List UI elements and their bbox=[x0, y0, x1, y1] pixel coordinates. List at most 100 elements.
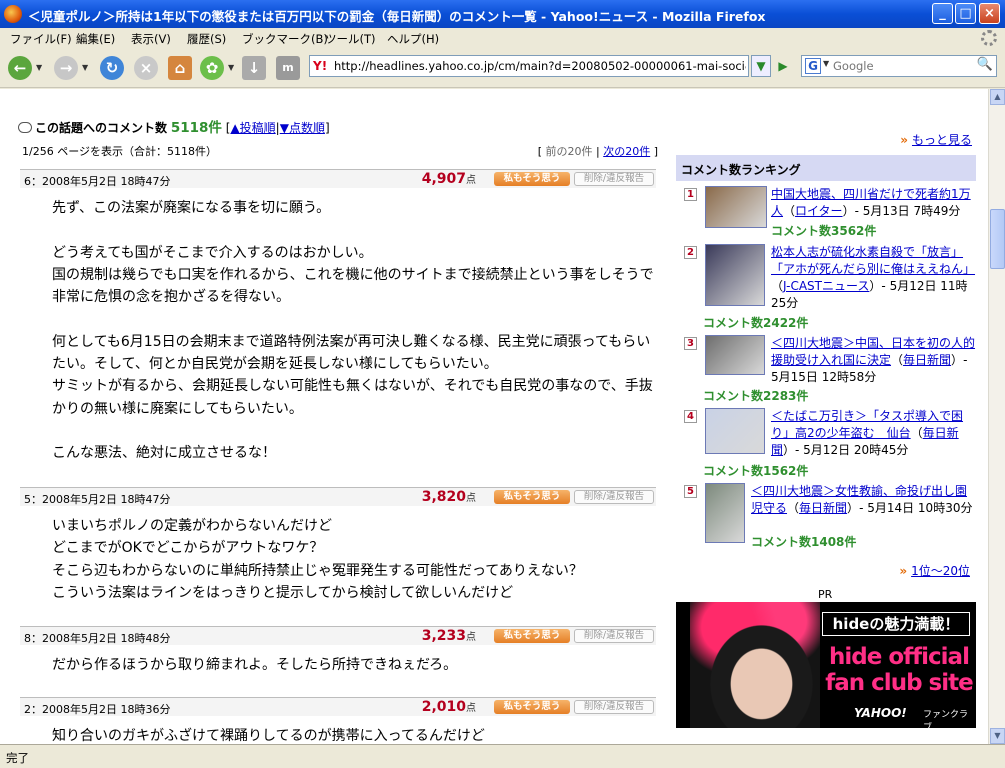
more-link[interactable]: もっと見る bbox=[912, 133, 972, 147]
news-thumbnail[interactable] bbox=[705, 244, 765, 306]
minimize-button[interactable]: _ bbox=[932, 3, 953, 24]
ad-tagline: hideの魅力満載！ bbox=[822, 612, 970, 636]
ranking-page-link[interactable]: 1位〜20位 bbox=[911, 564, 970, 578]
sort-by-post-link[interactable]: ▲投稿順 bbox=[230, 121, 275, 135]
news-thumbnail[interactable] bbox=[705, 186, 767, 228]
ranking-date: - 5月12日 20時45分 bbox=[795, 443, 909, 457]
greasemonkey-icon[interactable]: ✿ ▼ bbox=[200, 56, 234, 80]
ranking-source-link[interactable]: 毎日新聞 bbox=[903, 353, 951, 367]
menu-tools[interactable]: ツール(T) bbox=[325, 31, 376, 47]
comment-body: 先ず、この法案が廃案になる事を切に願う。 どう考えても国がそこまで介入するのはお… bbox=[52, 200, 654, 462]
mm-icon[interactable]: m bbox=[276, 56, 300, 80]
ad-line1: hide official bbox=[829, 644, 970, 670]
agree-button[interactable]: 私もそう思う bbox=[494, 700, 570, 714]
ranking-header: コメント数ランキング bbox=[676, 155, 976, 181]
comment: 8：2008年5月2日 18時48分 3,233点 私もそう思う 削除/違反報告… bbox=[20, 626, 656, 676]
sidebar: » もっと見る コメント数ランキング 1 中国大地震、四川省だけで死者約1万人（ロ… bbox=[676, 89, 976, 744]
home-icon[interactable]: ⌂ bbox=[168, 56, 192, 80]
vertical-scrollbar[interactable]: ▲ ▼ bbox=[988, 89, 1005, 744]
ad-headline: hide official fan club site bbox=[824, 644, 974, 696]
menu-bookmarks[interactable]: ブックマーク(B) bbox=[242, 31, 328, 47]
more-link-row: » もっと見る bbox=[900, 131, 972, 148]
google-icon[interactable]: G bbox=[805, 58, 821, 74]
report-button[interactable]: 削除/違反報告 bbox=[574, 629, 654, 643]
comment-column: この話題へのコメント数 5118件 [▲投稿順|▼点数順] 1/256 ページを… bbox=[14, 89, 658, 744]
ranking-comment-count[interactable]: コメント数1408件 bbox=[751, 533, 856, 550]
agree-button[interactable]: 私もそう思う bbox=[494, 629, 570, 643]
scroll-up-icon[interactable]: ▲ bbox=[990, 89, 1005, 105]
url-text[interactable]: http://headlines.yahoo.co.jp/cm/main?d=2… bbox=[334, 59, 746, 73]
report-button[interactable]: 削除/違反報告 bbox=[574, 172, 654, 186]
comment-points: 2,010点 bbox=[422, 699, 476, 715]
status-text: 完了 bbox=[6, 751, 29, 765]
pr-label: PR bbox=[818, 588, 833, 601]
double-chevron-icon: » bbox=[899, 564, 908, 578]
download-icon[interactable]: ↓ bbox=[242, 56, 266, 80]
comment-meta: 5：2008年5月2日 18時47分 bbox=[24, 493, 171, 506]
ranking-source-link[interactable]: J-CASTニュース bbox=[783, 279, 869, 293]
yahoo-favicon-icon: Y! bbox=[313, 59, 328, 73]
scroll-down-icon[interactable]: ▼ bbox=[990, 728, 1005, 744]
comment-count-header: この話題へのコメント数 5118件 [▲投稿順|▼点数順] bbox=[18, 116, 330, 136]
forward-icon[interactable]: → ▼ bbox=[54, 56, 88, 80]
comment: 6：2008年5月2日 18時47分 4,907点 私もそう思う 削除/違反報告… bbox=[20, 169, 656, 465]
address-bar[interactable]: Y! http://headlines.yahoo.co.jp/cm/main?… bbox=[309, 55, 749, 77]
ranking-comment-count[interactable]: コメント数2422件 bbox=[703, 314, 808, 331]
ranking-text: 中国大地震、四川省だけで死者約1万人（ロイター）- 5月13日 7時49分 bbox=[771, 187, 971, 218]
scroll-thumb[interactable] bbox=[990, 209, 1005, 269]
ranking-source-link[interactable]: ロイター bbox=[795, 204, 843, 218]
news-thumbnail[interactable] bbox=[705, 335, 765, 375]
close-button[interactable]: × bbox=[979, 3, 1000, 24]
comment-points: 3,233点 bbox=[422, 628, 476, 644]
ranking-comment-count[interactable]: コメント数2283件 bbox=[703, 387, 808, 404]
points-unit: 点 bbox=[466, 703, 476, 714]
agree-button[interactable]: 私もそう思う bbox=[494, 490, 570, 504]
report-button[interactable]: 削除/違反報告 bbox=[574, 490, 654, 504]
comment-points: 3,820点 bbox=[422, 489, 476, 505]
points-unit: 点 bbox=[466, 175, 476, 186]
comment-count-label: この話題へのコメント数 bbox=[35, 121, 168, 135]
page-info: 1/256 ページを表示（合計：5118件） bbox=[22, 145, 217, 158]
agree-button[interactable]: 私もそう思う bbox=[494, 172, 570, 186]
menu-history[interactable]: 履歴(S) bbox=[187, 31, 226, 47]
menu-view[interactable]: 表示(V) bbox=[131, 31, 171, 47]
bracket: [ bbox=[537, 145, 542, 158]
news-thumbnail[interactable] bbox=[705, 408, 765, 454]
dropdown-history-button[interactable]: ▼ bbox=[751, 55, 771, 77]
stop-icon[interactable]: × bbox=[134, 56, 158, 80]
maximize-button[interactable]: □ bbox=[955, 3, 976, 24]
separator: | bbox=[595, 145, 600, 158]
go-button[interactable]: ▶ bbox=[773, 55, 793, 77]
ranking-text: ＜たばこ万引き＞「タスポ導入で困り」高2の少年盗む 仙台（毎日新聞）- 5月12… bbox=[771, 409, 964, 457]
points-value: 3,820 bbox=[421, 489, 466, 505]
pagination: [ 前の20件 | 次の20件 ] bbox=[538, 143, 658, 159]
status-bar: 完了 bbox=[0, 744, 1005, 768]
menu-file[interactable]: ファイル(F) bbox=[10, 31, 72, 47]
search-box[interactable]: G ▼ 🔍 bbox=[801, 55, 997, 77]
firefox-icon bbox=[4, 5, 22, 23]
ranking-comment-count[interactable]: コメント数1562件 bbox=[703, 462, 808, 479]
comment-header: 5：2008年5月2日 18時47分 3,820点 私もそう思う 削除/違反報告 bbox=[20, 487, 656, 506]
report-button[interactable]: 削除/違反報告 bbox=[574, 700, 654, 714]
news-thumbnail[interactable] bbox=[705, 483, 745, 543]
next-page-link[interactable]: 次の20件 bbox=[603, 145, 650, 158]
chevron-down-icon[interactable]: ▼ bbox=[823, 59, 829, 68]
search-input[interactable] bbox=[833, 58, 971, 74]
yahoo-logo: YAHOO! bbox=[854, 706, 907, 720]
comment-header: 2：2008年5月2日 18時36分 2,010点 私もそう思う 削除/違反報告 bbox=[20, 697, 656, 716]
sort-by-points-link[interactable]: ▼点数順 bbox=[280, 121, 325, 135]
ad-banner[interactable]: hideの魅力満載！ hide official fan club site YA… bbox=[676, 602, 976, 728]
comment-header: 8：2008年5月2日 18時48分 3,233点 私もそう思う 削除/違反報告 bbox=[20, 626, 656, 645]
rank-badge: 1 bbox=[684, 188, 697, 201]
ranking-headline-link[interactable]: 松本人志が硫化水素自殺で「放言」「アホが死んだら別に俺はええねん」 bbox=[771, 245, 975, 276]
back-icon[interactable]: ← ▼ bbox=[8, 56, 42, 80]
search-icon[interactable]: 🔍 bbox=[976, 57, 994, 75]
ranking-date: - 5月13日 7時49分 bbox=[854, 204, 961, 218]
title-bar: ＜児童ポルノ＞所持は1年以下の懲役または百万円以下の罰金（毎日新聞）のコメント一… bbox=[0, 0, 1005, 28]
menu-edit[interactable]: 編集(E) bbox=[76, 31, 115, 47]
ranking-source-link[interactable]: 毎日新聞 bbox=[799, 501, 847, 515]
reload-icon[interactable]: ↻ bbox=[100, 56, 124, 80]
prev-page-link: 前の20件 bbox=[545, 145, 593, 158]
menu-help[interactable]: ヘルプ(H) bbox=[387, 31, 439, 47]
ranking-comment-count[interactable]: コメント数3562件 bbox=[771, 222, 876, 239]
